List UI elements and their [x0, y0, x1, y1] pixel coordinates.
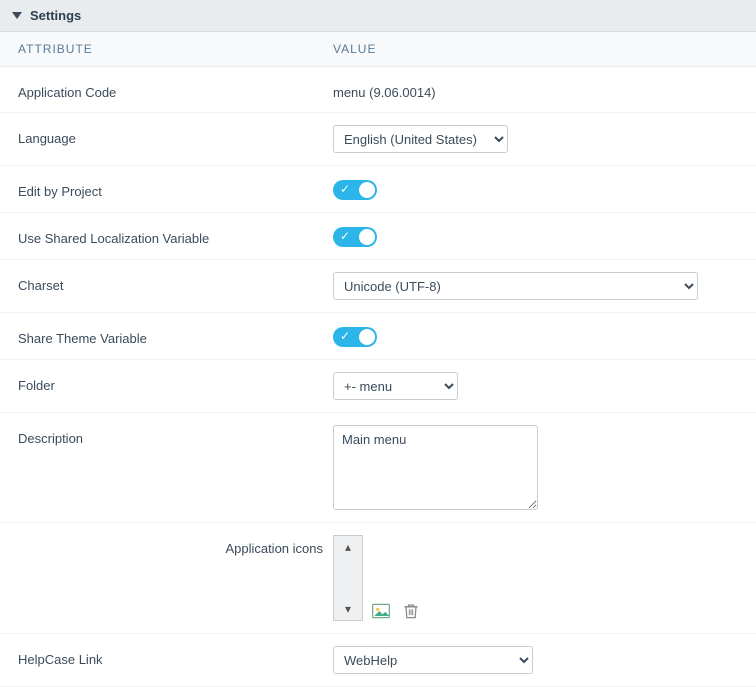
settings-section-header[interactable]: Settings [0, 0, 756, 32]
row-application-icons: Application icons ▴ ▾ [0, 523, 756, 634]
collapse-triangle-icon [12, 12, 22, 19]
row-language: Language English (United States) [0, 113, 756, 166]
row-folder: Folder +- menu [0, 360, 756, 413]
scroll-up-icon[interactable]: ▴ [345, 540, 351, 554]
row-use-shared-localization: Use Shared Localization Variable ✓ [0, 213, 756, 260]
toggle-edit-by-project[interactable]: ✓ [333, 180, 377, 200]
section-title: Settings [30, 8, 81, 23]
toggle-share-theme-variable[interactable]: ✓ [333, 327, 377, 347]
toggle-knob [359, 329, 375, 345]
column-header-attribute: ATTRIBUTE [18, 42, 333, 56]
folder-select[interactable]: +- menu [333, 372, 458, 400]
helpcase-select[interactable]: WebHelp [333, 646, 533, 674]
check-icon: ✓ [340, 182, 350, 196]
label-language: Language [18, 125, 333, 146]
column-header-value: VALUE [333, 42, 738, 56]
add-image-button[interactable] [369, 601, 393, 621]
delete-image-button[interactable] [399, 601, 423, 621]
check-icon: ✓ [340, 329, 350, 343]
label-description: Description [18, 425, 333, 446]
label-edit-by-project: Edit by Project [18, 178, 333, 199]
label-helpcase-link: HelpCase Link [18, 646, 333, 667]
toggle-knob [359, 182, 375, 198]
label-application-code: Application Code [18, 79, 333, 100]
row-helpcase-link: HelpCase Link WebHelp [0, 634, 756, 687]
toggle-use-shared-localization[interactable]: ✓ [333, 227, 377, 247]
scroll-down-icon[interactable]: ▾ [345, 602, 351, 616]
label-use-shared-localization: Use Shared Localization Variable [18, 225, 333, 246]
charset-select[interactable]: Unicode (UTF-8) [333, 272, 698, 300]
row-application-code: Application Code menu (9.06.0014) [0, 67, 756, 113]
label-application-icons: Application icons [18, 535, 333, 556]
image-icon [371, 601, 391, 621]
value-application-code: menu (9.06.0014) [333, 79, 436, 100]
row-share-theme-variable: Share Theme Variable ✓ [0, 313, 756, 360]
table-header: ATTRIBUTE VALUE [0, 32, 756, 67]
label-folder: Folder [18, 372, 333, 393]
row-description: Description [0, 413, 756, 523]
row-charset: Charset Unicode (UTF-8) [0, 260, 756, 313]
row-edit-by-project: Edit by Project ✓ [0, 166, 756, 213]
label-charset: Charset [18, 272, 333, 293]
language-select[interactable]: English (United States) [333, 125, 508, 153]
trash-icon [401, 601, 421, 621]
description-textarea[interactable] [333, 425, 538, 510]
application-icons-listbox[interactable]: ▴ ▾ [333, 535, 363, 621]
label-share-theme-variable: Share Theme Variable [18, 325, 333, 346]
toggle-knob [359, 229, 375, 245]
check-icon: ✓ [340, 229, 350, 243]
